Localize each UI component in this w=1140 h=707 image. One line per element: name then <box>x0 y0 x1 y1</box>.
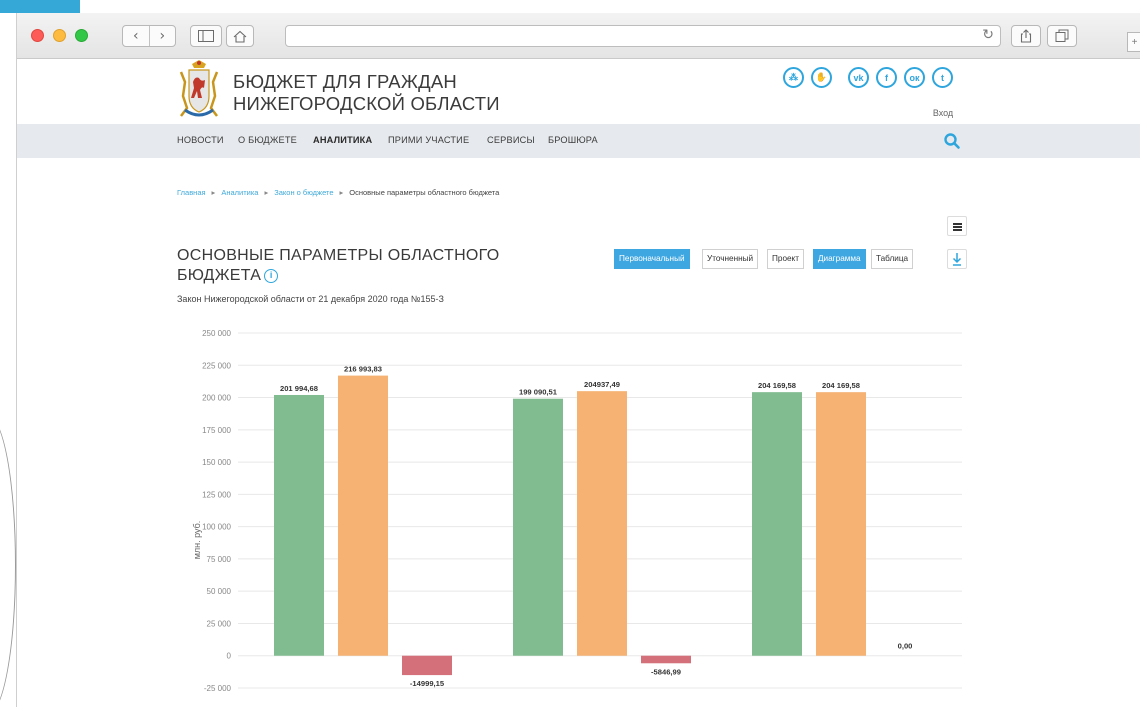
y-tick-label: 250 000 <box>202 329 231 338</box>
chart-y-ticks: 250 000 225 000 200 000 175 000 150 000 125 0… <box>202 329 231 693</box>
bar-value-label: 216 993,83 <box>344 365 382 374</box>
y-tick-label: 150 000 <box>202 458 231 467</box>
chart-bars <box>274 375 866 676</box>
bar-group-1-green[interactable] <box>274 394 324 656</box>
bar-value-label: 201 994,68 <box>280 384 318 393</box>
y-tick-label: -25 000 <box>204 684 232 693</box>
budget-bar-chart: 250 000 225 000 200 000 175 000 150 000 125 0… <box>192 329 962 693</box>
bar-value-label: 199 090,51 <box>519 388 558 397</box>
y-tick-label: 200 000 <box>202 394 231 403</box>
bar-value-label: 204937,49 <box>584 380 620 389</box>
bar-value-label: 0,00 <box>898 642 913 651</box>
bar-value-label: -14999,15 <box>410 679 445 688</box>
bar-group-2-red[interactable] <box>641 655 691 664</box>
bar-group-1-orange[interactable] <box>338 375 388 656</box>
bar-group-3-orange[interactable] <box>816 392 866 656</box>
bar-group-2-green[interactable] <box>513 398 563 656</box>
bar-value-label: 204 169,58 <box>822 381 860 390</box>
y-tick-label: 0 <box>227 652 232 661</box>
y-axis-title: млн. руб. <box>192 521 202 560</box>
bar-group-3-green[interactable] <box>752 392 802 656</box>
bar-group-2-orange[interactable] <box>577 391 627 656</box>
y-tick-label: 25 000 <box>207 619 232 628</box>
y-tick-label: 75 000 <box>207 555 232 564</box>
y-tick-label: 100 000 <box>202 523 231 532</box>
bar-value-label: 204 169,58 <box>758 381 796 390</box>
bar-value-label: -5846,99 <box>651 667 681 676</box>
y-tick-label: 50 000 <box>207 587 232 596</box>
y-tick-label: 225 000 <box>202 361 231 370</box>
y-tick-label: 125 000 <box>202 490 231 499</box>
bar-group-1-red[interactable] <box>402 655 452 676</box>
y-tick-label: 175 000 <box>202 426 231 435</box>
